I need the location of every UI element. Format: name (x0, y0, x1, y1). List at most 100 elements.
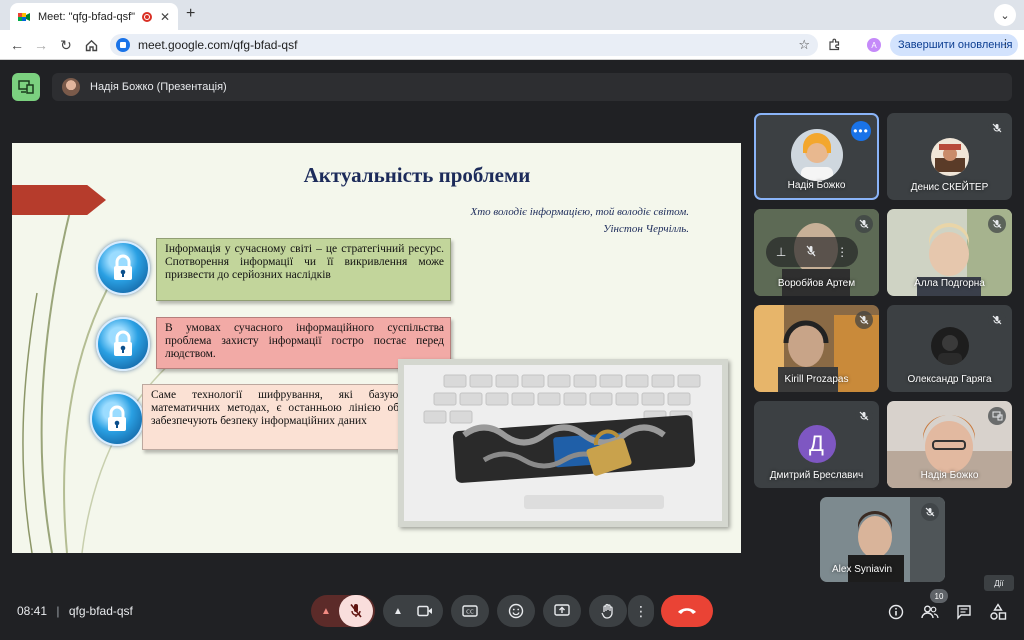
profile-avatar[interactable]: A (867, 38, 881, 52)
pin-icon[interactable]: ⊥ (776, 245, 786, 259)
reload-icon[interactable]: ↻ (57, 36, 75, 54)
mic-options-chevron-icon[interactable]: ▲ (313, 606, 339, 617)
browser-toolbar: ← → ↻ meet.google.com/qfg-bfad-qsf ☆ A З… (0, 30, 1024, 60)
presenter-label: Надія Божко (Презентація) (90, 81, 227, 93)
participant-tile[interactable]: Alex Syniavin (820, 497, 945, 582)
finish-update-button[interactable]: Завершити оновлення ⋮ (890, 34, 1018, 56)
presenter-bar: Надія Божко (Презентація) (52, 73, 1012, 101)
presenting-screen-icon (988, 407, 1006, 425)
padlock-icon (96, 317, 150, 371)
svg-text:CC: CC (466, 610, 474, 616)
extensions-icon[interactable] (828, 38, 841, 54)
mic-off-icon (855, 215, 873, 233)
slide-title: Актуальність проблеми (303, 163, 531, 187)
new-tab-button[interactable]: + (186, 5, 195, 23)
back-arrow-icon[interactable]: ← (8, 36, 26, 54)
presenter-avatar (62, 78, 80, 96)
people-icon[interactable] (920, 602, 940, 622)
padlock-icon (96, 241, 150, 295)
slide-quote: Хто володіє інформацією, той володіє сві… (471, 204, 690, 238)
participant-avatar (930, 138, 969, 176)
tab-title: Meet: "qfg-bfad-qsf" (38, 10, 136, 23)
mic-off-icon (988, 119, 1006, 137)
keyboard-chain-photo (398, 359, 728, 527)
mute-participant-icon[interactable] (806, 245, 816, 260)
activities-icon[interactable] (988, 602, 1008, 622)
more-options-icon[interactable]: ••• (851, 121, 871, 141)
hang-up-icon (678, 608, 696, 614)
participant-name: Алла Подгорна (914, 278, 985, 289)
participant-name: Денис СКЕЙТЕР (910, 182, 989, 193)
mic-off-icon (855, 311, 873, 329)
padlock-icon (90, 392, 144, 446)
title-ribbon (12, 185, 106, 215)
participant-avatar (930, 327, 969, 365)
participant-tile[interactable]: Алла Подгорна (887, 209, 1012, 296)
finish-update-label: Завершити оновлення (898, 39, 1013, 51)
participant-tile[interactable]: Д Дмитрий Бреславич (754, 401, 879, 488)
participant-tile[interactable]: Kirill Prozapas (754, 305, 879, 392)
meeting-time-and-code: 08:41 | qfg-bfad-qsf (17, 604, 133, 618)
recording-icon (141, 11, 152, 22)
emoji-icon (508, 603, 524, 619)
reactions-button[interactable] (497, 595, 535, 627)
separator: | (56, 604, 60, 618)
participant-name: Надія Божко (787, 180, 846, 191)
forward-arrow-icon[interactable]: → (32, 36, 50, 54)
present-screen-icon (554, 604, 570, 616)
mic-off-icon (988, 215, 1006, 233)
microphone-control: ▲ (311, 595, 375, 627)
activities-tooltip: Дії (984, 575, 1014, 591)
raise-hand-button[interactable] (589, 595, 627, 627)
tile-more-icon[interactable]: ⋮ (836, 245, 848, 259)
tab-close-icon[interactable]: ✕ (160, 10, 170, 24)
captions-button[interactable]: CC (451, 595, 489, 627)
browser-tab-strip: Meet: "qfg-bfad-qsf" ✕ + ⌄ (0, 0, 1024, 30)
quote-text: Хто володіє інформацією, той володіє сві… (470, 206, 690, 218)
participant-tile[interactable]: Денис СКЕЙТЕР (887, 113, 1012, 200)
mic-off-icon (855, 407, 873, 425)
participant-tile[interactable]: Олександр Гаряга (887, 305, 1012, 392)
participant-name: Надія Божко (920, 470, 979, 481)
participant-name: Воробйов Артем (777, 278, 856, 289)
more-options-button[interactable]: ⋮ (628, 595, 654, 627)
chat-icon[interactable] (954, 602, 974, 622)
mic-off-button[interactable] (339, 595, 373, 627)
meet-favicon-icon (18, 11, 30, 23)
participant-tile[interactable]: ⊥ ⋮ Воробйов Артем (754, 209, 879, 296)
camera-control: ▲ (383, 595, 443, 627)
shared-presentation-slide: Актуальність проблеми Хто володіє інформ… (12, 143, 741, 553)
mic-off-icon (921, 503, 939, 521)
more-vert-icon: ⋮ (634, 602, 648, 619)
present-screen-button[interactable] (543, 595, 581, 627)
home-icon[interactable] (82, 36, 100, 54)
address-bar[interactable]: meet.google.com/qfg-bfad-qsf ☆ (110, 34, 818, 56)
meeting-time: 08:41 (17, 604, 48, 618)
more-vert-icon: ⋮ (1000, 38, 1011, 50)
quote-author: Уінстон Черчілль. (603, 223, 689, 235)
bookmark-star-icon[interactable]: ☆ (798, 37, 810, 53)
browser-tab-meet[interactable]: Meet: "qfg-bfad-qsf" ✕ (10, 3, 178, 30)
participant-tile-self[interactable]: ••• Надія Божко (754, 113, 879, 200)
site-info-icon[interactable] (116, 38, 130, 52)
url-text: meet.google.com/qfg-bfad-qsf (138, 38, 298, 52)
bullet-information-resource: Інформація у сучасному світі – це страте… (156, 238, 451, 301)
participant-name: Олександр Гаряга (907, 374, 992, 385)
camera-button[interactable] (410, 605, 440, 617)
participant-name: Alex Syniavin (832, 564, 893, 575)
tab-search-icon[interactable]: ⌄ (994, 4, 1016, 26)
participant-initial-avatar: Д (797, 425, 836, 463)
participant-name: Дмитрий Бреславич (769, 470, 864, 481)
mic-off-icon (988, 311, 1006, 329)
captions-icon: CC (462, 605, 478, 617)
presenting-badge-icon[interactable] (12, 73, 40, 101)
meeting-code: qfg-bfad-qsf (68, 604, 133, 618)
raise-hand-icon (601, 603, 613, 619)
participant-count-badge: 10 (930, 589, 948, 603)
tile-hover-controls: ⊥ ⋮ (766, 237, 858, 267)
participant-tile[interactable]: Надія Божко (887, 401, 1012, 488)
leave-call-button[interactable] (661, 595, 713, 627)
camera-options-chevron-icon[interactable]: ▲ (386, 606, 410, 617)
meeting-info-icon[interactable] (886, 602, 906, 622)
participant-avatar (790, 129, 843, 181)
